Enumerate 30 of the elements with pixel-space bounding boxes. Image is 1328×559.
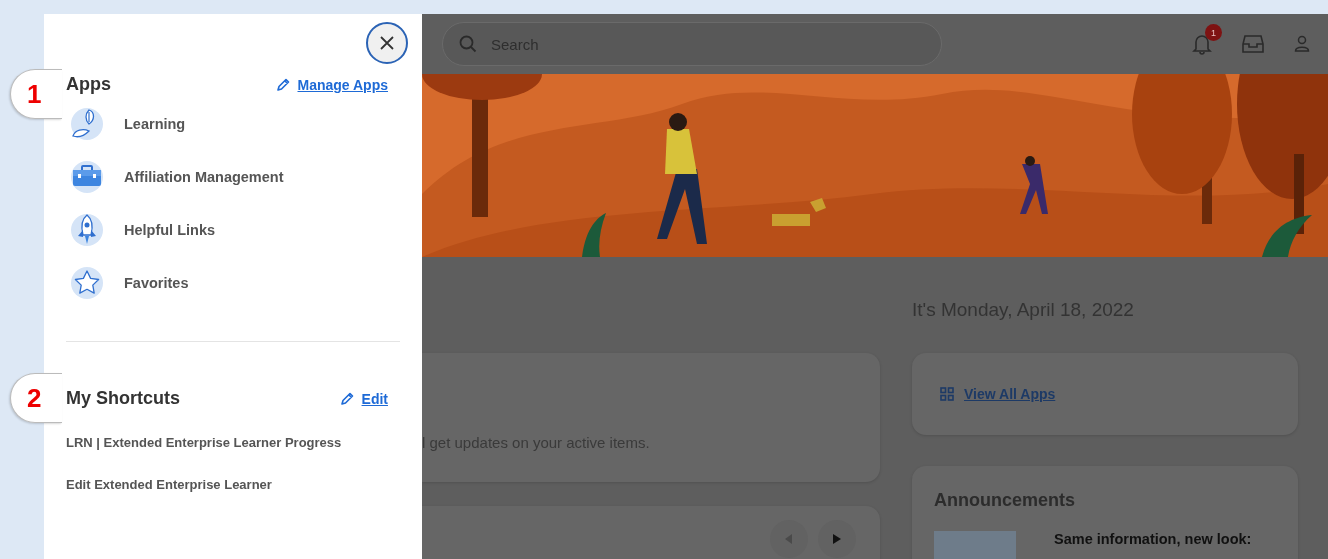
app-menu-item[interactable]: Helpful Links <box>124 222 216 238</box>
app-menu-item[interactable]: Learning <box>124 116 186 132</box>
announcements-title: Announcements <box>934 490 1076 511</box>
shortcut-link[interactable]: Edit Extended Enterprise Learner <box>66 477 400 493</box>
notification-badge: 1 <box>1205 24 1222 41</box>
next-button[interactable] <box>818 520 856 558</box>
close-button[interactable] <box>366 22 408 64</box>
inbox-icon[interactable] <box>1242 34 1264 54</box>
edit-link[interactable]: Edit <box>339 390 388 407</box>
search-icon <box>459 35 477 53</box>
briefcase-icon <box>69 159 105 195</box>
step-number-callout: 1 <box>10 69 62 119</box>
leaf-in-hand-icon <box>69 106 105 142</box>
shortcuts-heading: My Shortcuts <box>66 388 180 409</box>
apps-heading: Apps <box>66 74 111 95</box>
bell-icon[interactable] <box>1192 33 1212 55</box>
left-triangle-icon <box>785 534 793 544</box>
app-menu-item[interactable]: Affiliation Management <box>124 169 284 185</box>
pencil-icon <box>275 77 290 92</box>
manage-apps-link[interactable]: Manage Apps <box>275 76 388 93</box>
right-triangle-icon <box>833 534 841 544</box>
close-icon <box>379 35 395 51</box>
rocket-icon <box>69 212 105 248</box>
user-icon[interactable] <box>1294 35 1310 53</box>
grid-icon <box>940 387 954 401</box>
app-menu-item[interactable]: Favorites <box>124 275 189 291</box>
previous-button[interactable] <box>770 520 808 558</box>
shortcut-link[interactable]: LRN | Extended Enterprise Learner Progress <box>66 435 400 451</box>
pencil-icon <box>339 391 354 406</box>
step-number-callout: 2 <box>10 373 62 423</box>
